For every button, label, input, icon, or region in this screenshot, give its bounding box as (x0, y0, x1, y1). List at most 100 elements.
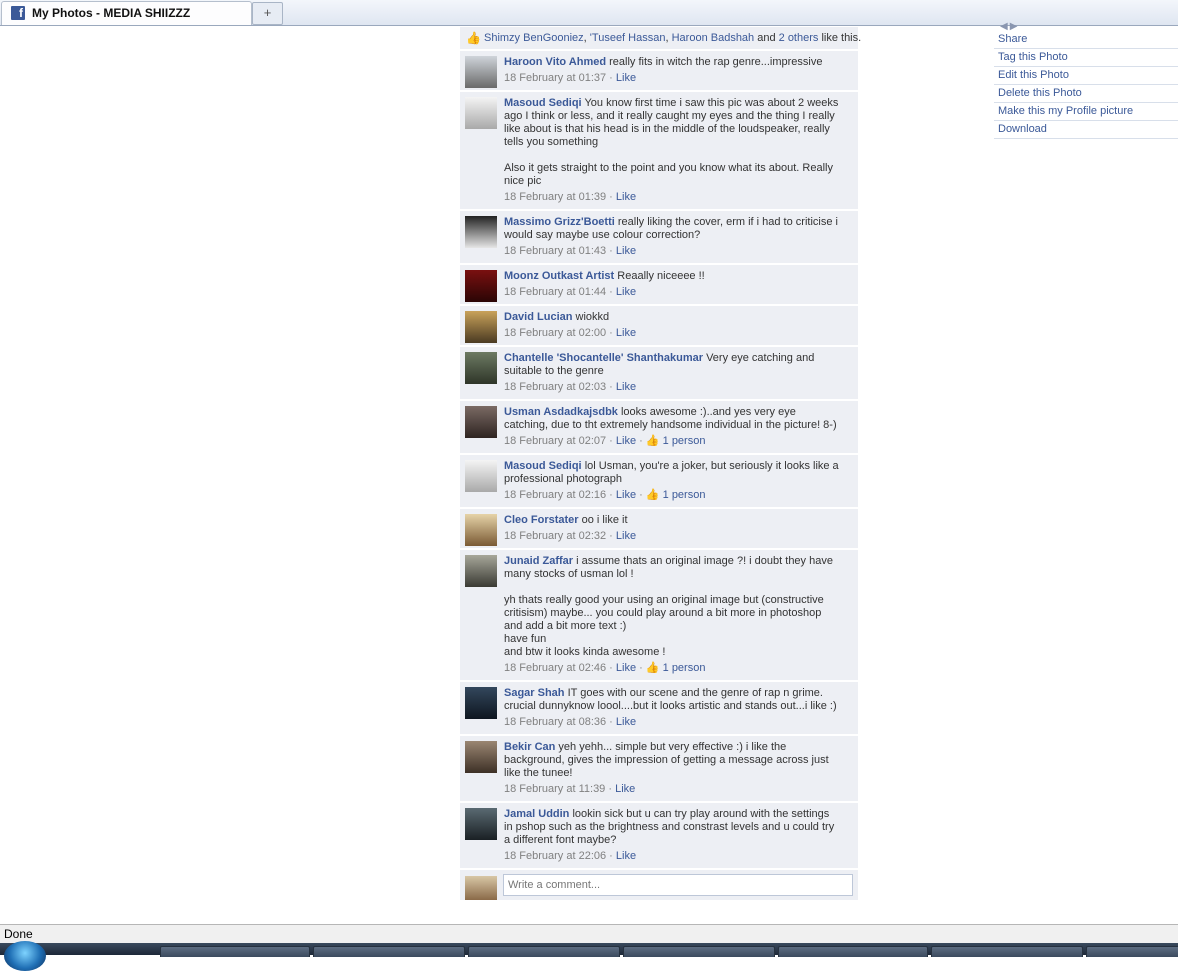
likes-summary: 👍 Shimzy BenGooniez, 'Tuseef Hassan, Har… (460, 27, 861, 49)
comment-body: Bekir Can yeh yehh... simple but very ef… (504, 741, 840, 780)
taskbar-button[interactable] (931, 946, 1083, 957)
comment-time: 18 February at 22:06 (504, 850, 607, 862)
like-link[interactable]: Like (616, 381, 636, 393)
photo-actions: ◀▶ Share Tag this Photo Edit this Photo … (994, 21, 1178, 139)
liker-link[interactable]: 'Tuseef Hassan (590, 32, 666, 44)
comment-meta: 18 February at 01:39 · Like (504, 191, 637, 203)
like-link[interactable]: Like (616, 191, 636, 203)
commenter-avatar[interactable] (465, 56, 497, 88)
comment-author[interactable]: Chantelle 'Shocantelle' Shanthakumar (504, 352, 703, 364)
tab-title: My Photos - MEDIA SHIIZZZ (32, 6, 191, 20)
comment-text: wiokkd (575, 311, 610, 323)
comment-like-count[interactable]: 1 person (663, 489, 706, 501)
comment-author[interactable]: Masoud Sediqi (504, 97, 582, 109)
comment-author[interactable]: Usman Asdadkajsdbk (504, 406, 618, 418)
taskbar-button[interactable] (778, 946, 928, 957)
taskbar-button[interactable] (468, 946, 620, 957)
commenter-avatar[interactable] (465, 406, 497, 438)
comment-body: Usman Asdadkajsdbk looks awesome :)..and… (504, 406, 840, 432)
comment-author[interactable]: Bekir Can (504, 741, 555, 753)
commenter-avatar[interactable] (465, 514, 497, 546)
comments-panel: 👍 Shimzy BenGooniez, 'Tuseef Hassan, Har… (460, 27, 861, 900)
comment-meta: 18 February at 01:37 · Like (504, 72, 637, 84)
comment-author[interactable]: Cleo Forstater (504, 514, 579, 526)
commenter-avatar[interactable] (465, 270, 497, 302)
new-tab-button[interactable]: + (252, 2, 283, 25)
comment-time: 18 February at 02:07 (504, 435, 607, 447)
comment-body: Chantelle 'Shocantelle' Shanthakumar Ver… (504, 352, 840, 378)
comment-meta: 18 February at 02:46 · Like · 👍 1 person (504, 662, 706, 674)
commenter-avatar[interactable] (465, 808, 497, 840)
comment: Massimo Grizz'Boetti really liking the c… (460, 211, 858, 263)
liker-link[interactable]: Haroon Badshah (672, 32, 755, 44)
comment: Usman Asdadkajsdbk looks awesome :)..and… (460, 401, 858, 453)
comment-meta: 18 February at 01:43 · Like (504, 245, 637, 257)
comment-meta: 18 February at 11:39 · Like (504, 783, 636, 795)
tag-photo-link[interactable]: Tag this Photo (994, 49, 1178, 67)
like-link[interactable]: Like (615, 783, 635, 795)
make-profile-picture-link[interactable]: Make this my Profile picture (994, 103, 1178, 121)
windows-start-icon[interactable] (4, 941, 46, 971)
download-link[interactable]: Download (994, 121, 1178, 139)
like-link[interactable]: Like (616, 850, 636, 862)
others-link[interactable]: 2 others (779, 32, 819, 44)
comment-author[interactable]: Masoud Sediqi (504, 460, 582, 472)
current-user-avatar (465, 876, 497, 900)
like-link[interactable]: Like (616, 72, 636, 84)
like-link[interactable]: Like (616, 530, 636, 542)
comment-author[interactable]: David Lucian (504, 311, 572, 323)
comment-input[interactable] (503, 874, 853, 896)
commenter-avatar[interactable] (465, 311, 497, 343)
comment-author[interactable]: Jamal Uddin (504, 808, 569, 820)
comment-meta: 18 February at 02:16 · Like · 👍 1 person (504, 489, 706, 501)
comment-body: Masoud Sediqi You know first time i saw … (504, 97, 840, 188)
commenter-avatar[interactable] (465, 555, 497, 587)
commenter-avatar[interactable] (465, 216, 497, 248)
like-link[interactable]: Like (616, 435, 636, 447)
comment-like-count[interactable]: 1 person (663, 435, 706, 447)
taskbar-button[interactable] (623, 946, 775, 957)
like-link[interactable]: Like (616, 286, 636, 298)
comment-author[interactable]: Massimo Grizz'Boetti (504, 216, 615, 228)
commenter-avatar[interactable] (465, 741, 497, 773)
share-link[interactable]: Share (994, 31, 1178, 49)
comment-author[interactable]: Moonz Outkast Artist (504, 270, 614, 282)
comment-author[interactable]: Junaid Zaffar (504, 555, 573, 567)
comment-like-count[interactable]: 1 person (663, 662, 706, 674)
likes-and: and (754, 32, 779, 44)
comment: Moonz Outkast Artist Reaally niceeee !! 1… (460, 265, 858, 304)
status-text: Done (4, 927, 33, 941)
commenter-avatar[interactable] (465, 352, 497, 384)
comment: Chantelle 'Shocantelle' Shanthakumar Ver… (460, 347, 858, 399)
like-link[interactable]: Like (616, 245, 636, 257)
comment: Cleo Forstater oo i like it 18 February a… (460, 509, 858, 548)
comment-body: Masoud Sediqi lol Usman, you're a joker,… (504, 460, 840, 486)
taskbar-button[interactable] (313, 946, 465, 957)
liker-link[interactable]: Shimzy BenGooniez (484, 32, 584, 44)
thumbs-up-icon: 👍 (645, 489, 660, 501)
comment: Bekir Can yeh yehh... simple but very ef… (460, 736, 858, 801)
comment-time: 18 February at 01:37 (504, 72, 607, 84)
comment-meta: 18 February at 02:03 · Like (504, 381, 637, 393)
like-link[interactable]: Like (616, 327, 636, 339)
comment-author[interactable]: Haroon Vito Ahmed (504, 56, 606, 68)
write-comment-row (460, 870, 858, 900)
browser-tab[interactable]: f My Photos - MEDIA SHIIZZZ (1, 1, 252, 25)
comment-author[interactable]: Sagar Shah (504, 687, 565, 699)
commenter-avatar[interactable] (465, 687, 497, 719)
comment: Sagar Shah IT goes with our scene and th… (460, 682, 858, 734)
comment-body: Jamal Uddin lookin sick but u can try pl… (504, 808, 840, 847)
comment-body: David Lucian wiokkd (504, 311, 840, 324)
like-link[interactable]: Like (616, 716, 636, 728)
like-link[interactable]: Like (616, 489, 636, 501)
commenter-avatar[interactable] (465, 97, 497, 129)
comment: Masoud Sediqi lol Usman, you're a joker,… (460, 455, 858, 507)
commenter-avatar[interactable] (465, 460, 497, 492)
taskbar-button[interactable] (1086, 946, 1178, 957)
like-link[interactable]: Like (616, 662, 636, 674)
edit-photo-link[interactable]: Edit this Photo (994, 67, 1178, 85)
delete-photo-link[interactable]: Delete this Photo (994, 85, 1178, 103)
taskbar-button[interactable] (160, 946, 310, 957)
comment-body: Moonz Outkast Artist Reaally niceeee !! (504, 270, 840, 283)
comment-text: really fits in witch the rap genre...imp… (609, 56, 823, 68)
